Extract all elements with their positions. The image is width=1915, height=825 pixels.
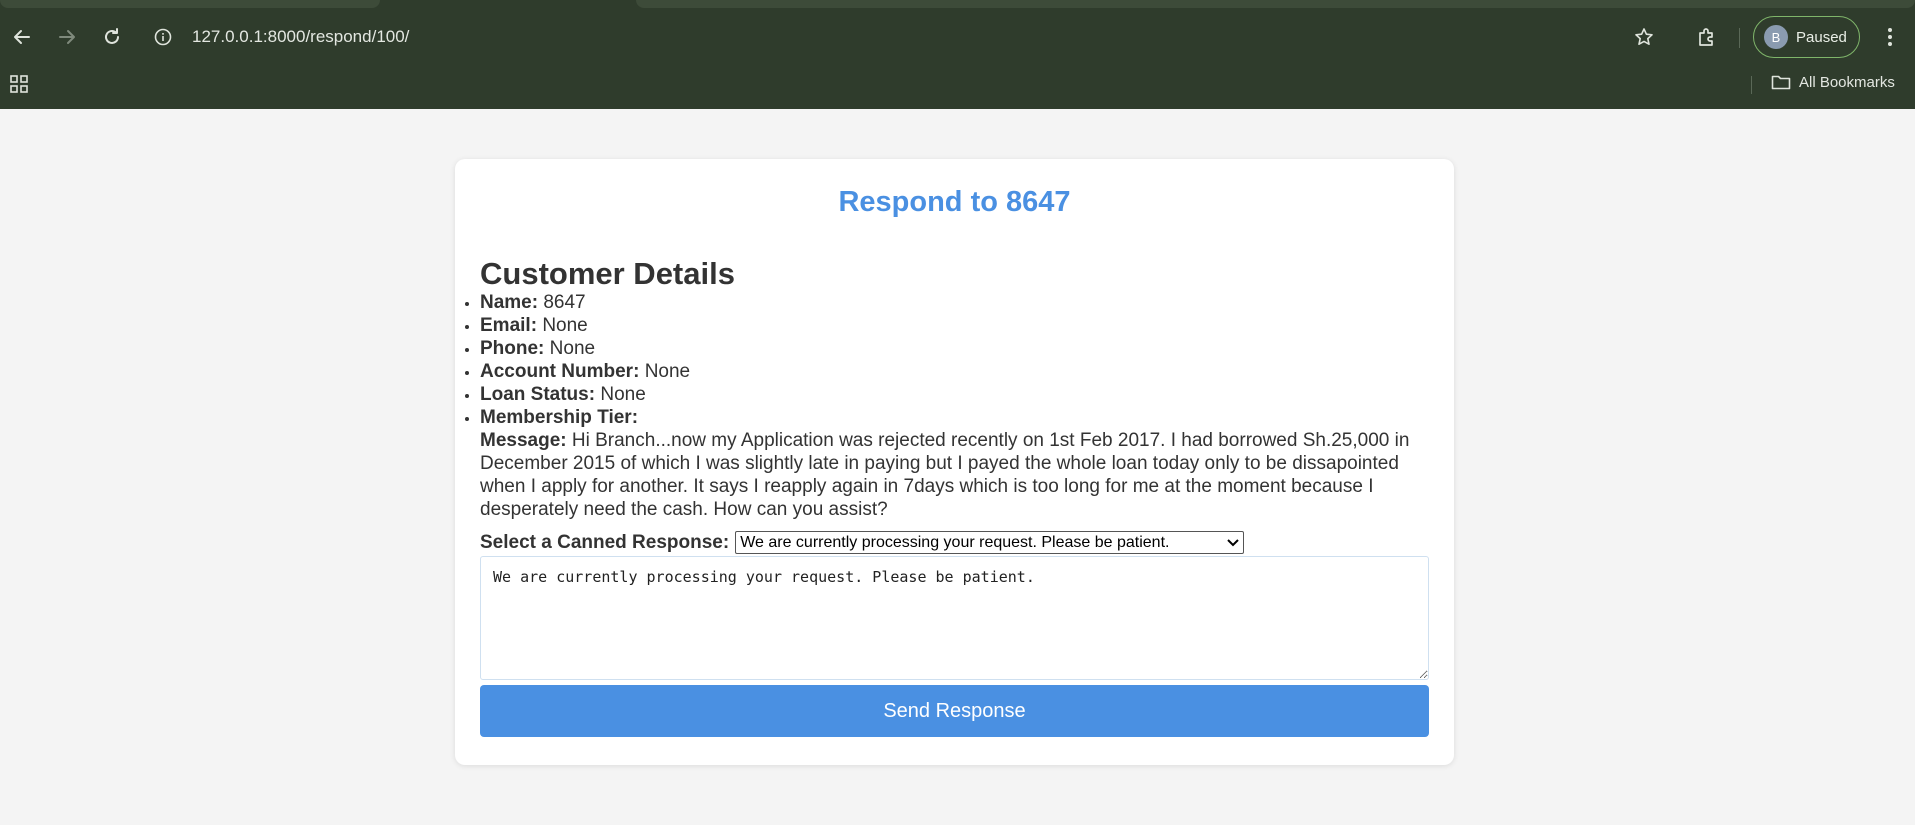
detail-value: 8647 xyxy=(543,292,586,313)
back-button[interactable] xyxy=(6,21,38,53)
customer-message: Message: Hi Branch...now my Application … xyxy=(480,429,1429,521)
browser-chrome: 127.0.0.1:8000/respond/100/ B Paused All… xyxy=(0,0,1915,109)
respond-card: Respond to 8647 Customer Details Name: 8… xyxy=(455,159,1454,765)
detail-phone: Phone: None xyxy=(480,337,1429,360)
toolbar-divider xyxy=(1739,28,1740,48)
address-bar[interactable]: 127.0.0.1:8000/respond/100/ xyxy=(192,27,409,47)
canned-response-label: Select a Canned Response: xyxy=(480,531,730,553)
browser-toolbar: 127.0.0.1:8000/respond/100/ B Paused xyxy=(0,10,1915,64)
extensions-button[interactable] xyxy=(1691,21,1723,53)
send-response-button[interactable]: Send Response xyxy=(480,685,1429,737)
site-info-icon[interactable] xyxy=(152,26,174,48)
all-bookmarks-button[interactable]: All Bookmarks xyxy=(1771,73,1895,91)
detail-value: None xyxy=(542,315,588,336)
bookmarks-bar: All Bookmarks xyxy=(0,70,1915,98)
page-title: Respond to 8647 xyxy=(838,186,1071,218)
all-bookmarks-label: All Bookmarks xyxy=(1799,73,1895,91)
puzzle-icon xyxy=(1699,28,1713,46)
detail-label: Name: xyxy=(480,292,539,313)
detail-membership-tier: Membership Tier: xyxy=(480,406,1429,429)
detail-loan-status: Loan Status: None xyxy=(480,383,1429,406)
detail-label: Email: xyxy=(480,315,538,336)
menu-button[interactable] xyxy=(1874,21,1906,53)
forward-arrow-icon xyxy=(59,30,75,44)
chevron-down-icon xyxy=(1227,538,1239,546)
back-arrow-icon xyxy=(14,30,30,44)
detail-value: None xyxy=(644,361,691,382)
star-icon xyxy=(1635,28,1653,45)
response-textarea[interactable]: We are currently processing your request… xyxy=(480,556,1429,680)
bookmarks-divider xyxy=(1751,76,1752,94)
detail-value: None xyxy=(549,338,596,359)
canned-response-select[interactable]: We are currently processing your request… xyxy=(735,531,1245,554)
tab-strip xyxy=(0,0,1915,8)
folder-icon xyxy=(1771,75,1791,90)
detail-label: Loan Status: xyxy=(480,384,596,405)
customer-details-heading: Customer Details xyxy=(480,256,735,291)
more-vertical-icon xyxy=(1888,28,1892,46)
canned-response-row: Select a Canned Response: We are current… xyxy=(480,531,1429,554)
detail-label: Membership Tier: xyxy=(480,407,639,428)
detail-email: Email: None xyxy=(480,314,1429,337)
detail-value: None xyxy=(600,384,646,405)
profile-button[interactable]: B Paused xyxy=(1753,16,1860,58)
detail-label: Phone: xyxy=(480,338,545,359)
tab-right[interactable] xyxy=(636,0,1915,8)
tab-left[interactable] xyxy=(0,0,380,8)
detail-account-number: Account Number: None xyxy=(480,360,1429,383)
reload-button[interactable] xyxy=(96,21,128,53)
reload-icon xyxy=(105,28,119,44)
detail-name: Name: 8647 xyxy=(480,291,1429,314)
profile-status: Paused xyxy=(1796,28,1847,46)
forward-button[interactable] xyxy=(51,21,83,53)
canned-response-selected: We are currently processing your request… xyxy=(740,533,1170,551)
customer-details-list: Name: 8647 Email: None Phone: None Accou… xyxy=(480,291,1429,429)
message-text: Hi Branch...now my Application was rejec… xyxy=(480,430,1410,520)
apps-grid-icon[interactable] xyxy=(9,74,29,99)
bookmark-star-button[interactable] xyxy=(1628,21,1660,53)
message-label: Message: xyxy=(480,430,567,451)
avatar: B xyxy=(1764,25,1788,49)
detail-label: Account Number: xyxy=(480,361,640,382)
